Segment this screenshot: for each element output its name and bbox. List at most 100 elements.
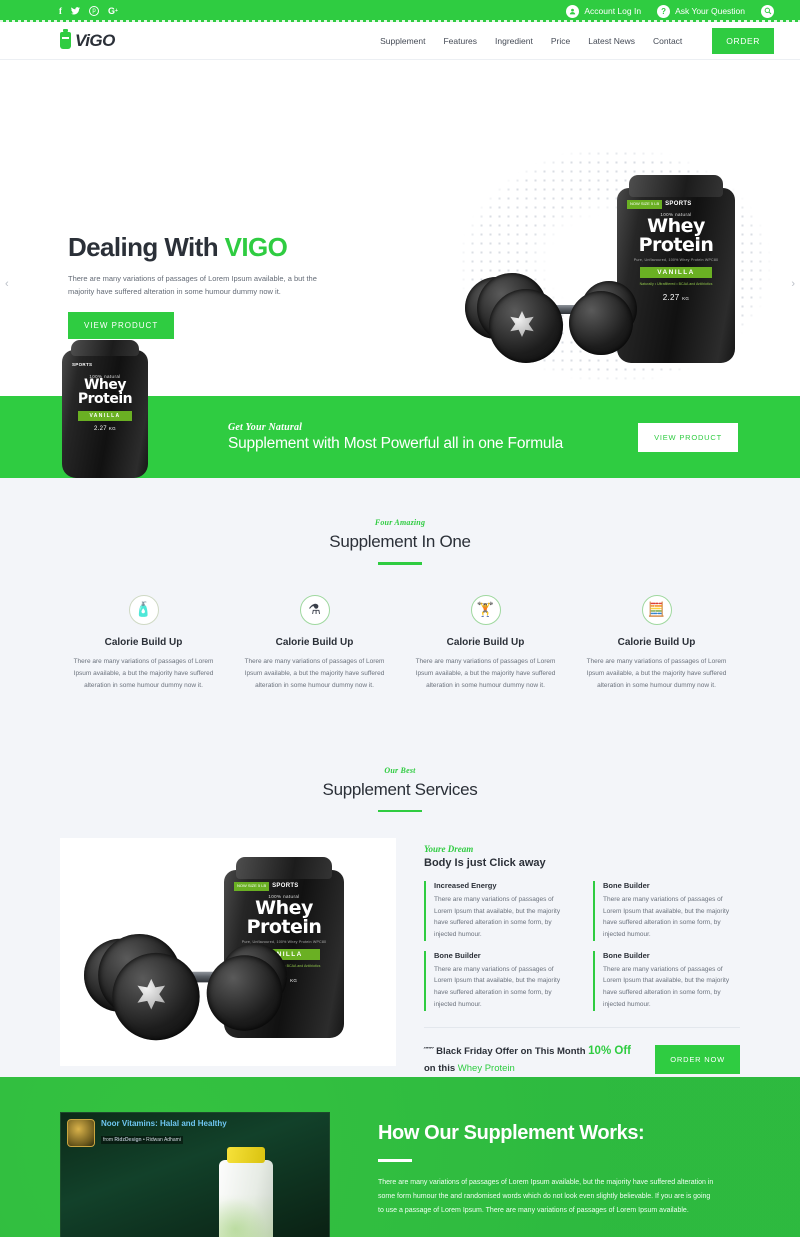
- feature-title: Calorie Build Up: [104, 636, 183, 648]
- video-author: from RidzDesign • Ridwan Adhami: [101, 1136, 183, 1145]
- hero-product-image: NOW SIZE 5 LB SPORTS 100% natural Whey P…: [465, 168, 745, 393]
- product-brand: SPORTS: [272, 883, 299, 890]
- dumbbell-image: [465, 273, 645, 368]
- hero-title-highlight: VIGO: [224, 232, 288, 262]
- product-brand-block: SPORTS: [72, 362, 92, 367]
- product-name-line1: Whey: [255, 897, 313, 920]
- offer-product-link[interactable]: Whey Protein: [458, 1063, 515, 1074]
- product-brand-block: NOW SIZE 5 LB SPORTS: [234, 882, 299, 891]
- service-card-text: There are many variations of passages of…: [603, 965, 730, 1008]
- nav-item-price[interactable]: Price: [551, 36, 570, 46]
- order-button[interactable]: ORDER: [712, 27, 774, 54]
- services-eyebrow: Our Best: [384, 765, 416, 775]
- features-eyebrow: Four Amazing: [374, 518, 426, 527]
- twitter-icon[interactable]: [71, 7, 80, 15]
- feature-text: There are many variations of passages of…: [415, 657, 556, 689]
- promo-banner-text: Get Your Natural Supplement with Most Po…: [228, 422, 563, 453]
- nav-item-features[interactable]: Features: [443, 36, 477, 46]
- main-nav: Supplement Features Ingredient Price Lat…: [380, 27, 774, 54]
- ask-question-label: Ask Your Question: [675, 6, 745, 16]
- search-icon[interactable]: [761, 4, 774, 18]
- how-it-works-content: How Our Supplement Works: There are many…: [330, 1112, 800, 1237]
- nav-item-contact[interactable]: Contact: [653, 36, 682, 46]
- nav-item-supplement[interactable]: Supplement: [380, 36, 425, 46]
- feature-text: There are many variations of passages of…: [73, 657, 214, 689]
- feature-card[interactable]: ⚗ Calorie Build Up There are many variat…: [229, 594, 400, 692]
- product-size-tag: NOW SIZE 5 LB: [627, 200, 663, 209]
- services-cards: Increased Energy There are many variatio…: [424, 881, 740, 1011]
- video-title[interactable]: Noor Vitamins: Halal and Healthy: [101, 1119, 227, 1128]
- product-description: Pure, Unflavoured, 100% Whey Protein WPC…: [633, 258, 719, 263]
- vitamin-bottle-image: [219, 1147, 273, 1237]
- pinterest-icon[interactable]: p: [89, 6, 99, 16]
- product-weight: 2.27 KG: [94, 426, 116, 433]
- services-title: Supplement Services: [322, 779, 478, 799]
- services-product-image: NOW SIZE 5 LB SPORTS 100% natural Whey P…: [60, 838, 396, 1067]
- hero-paragraph: There are many variations of passages of…: [68, 274, 317, 297]
- feature-card[interactable]: 🧴 Calorie Build Up There are many variat…: [58, 594, 229, 692]
- offer-text: ˝˝˝ Black Friday Offer on This Month 10%…: [424, 1042, 631, 1078]
- feature-icon-glyph: 🧴: [134, 601, 153, 617]
- whey-protein-tub-small: SPORTS 100% natural Whey Protein VANILLA…: [62, 340, 148, 478]
- user-icon: [566, 4, 580, 18]
- product-name-line2: Protein: [77, 390, 133, 407]
- feature-card[interactable]: 🧮 Calorie Build Up There are many variat…: [571, 594, 742, 692]
- shaker-bottle-icon: ⚗: [299, 594, 330, 625]
- video-embed[interactable]: Noor Vitamins: Halal and Healthy from Ri…: [60, 1112, 330, 1237]
- offer-mid: on this: [424, 1063, 458, 1075]
- nav-item-latest-news[interactable]: Latest News: [588, 36, 635, 46]
- facebook-icon[interactable]: f: [59, 6, 62, 16]
- how-it-works-section: Noor Vitamins: Halal and Healthy from Ri…: [0, 1077, 800, 1237]
- order-now-button[interactable]: ORDER NOW: [655, 1044, 740, 1074]
- promo-banner-eyebrow: Get Your Natural: [228, 421, 303, 433]
- social-links: f p G +: [59, 6, 118, 16]
- feature-title: Calorie Build Up: [617, 636, 696, 648]
- top-bar: f p G + Account Log In ? Ask Your Questio…: [0, 0, 800, 22]
- logo-text: ViGO: [75, 30, 115, 50]
- account-login-link[interactable]: Account Log In: [566, 4, 642, 18]
- hero-title-prefix: Dealing With: [68, 232, 225, 262]
- features-section-header: Four Amazing Supplement In One: [0, 518, 800, 565]
- promo-banner-title: Supplement with Most Powerful all in one…: [228, 434, 564, 452]
- bottle-logo-icon: [60, 29, 71, 49]
- services-sub-eyebrow: Youre Dream: [424, 844, 474, 855]
- video-channel-avatar: [67, 1119, 95, 1148]
- service-card-title: Bone Builder: [603, 881, 650, 891]
- hero-title: Dealing With VIGO: [68, 232, 368, 263]
- logo[interactable]: ViGO: [60, 29, 115, 51]
- product-flavour: VANILLA: [640, 267, 712, 279]
- nav-item-ingredient[interactable]: Ingredient: [495, 36, 533, 46]
- google-plus-icon[interactable]: G +: [108, 6, 118, 16]
- product-brand-block: NOW SIZE 5 LB SPORTS: [627, 200, 692, 209]
- product-natural-tag: 100% natural: [268, 894, 300, 900]
- ask-question-link[interactable]: ? Ask Your Question: [657, 4, 745, 18]
- weightlifter-icon: 🏋: [470, 594, 501, 625]
- site-header: ViGO Supplement Features Ingredient Pric…: [0, 22, 800, 60]
- hero-content: Dealing With VIGO There are many variati…: [68, 232, 368, 340]
- feature-icon-glyph: 🧮: [647, 601, 666, 617]
- product-brand: SPORTS: [665, 201, 692, 208]
- supplement-bottle-icon: 🧴: [128, 594, 159, 625]
- service-card-text: There are many variations of passages of…: [434, 965, 561, 1008]
- features-list: 🧴 Calorie Build Up There are many variat…: [0, 565, 800, 692]
- black-friday-offer: ˝˝˝ Black Friday Offer on This Month 10%…: [424, 1026, 740, 1078]
- service-card: Bone Builder There are many variations o…: [424, 950, 571, 1011]
- product-label: 100% natural Whey Protein VANILLA 2.27 K…: [62, 374, 148, 432]
- slider-next-arrow[interactable]: ›: [791, 278, 795, 290]
- promo-view-product-button[interactable]: VIEW PRODUCT: [638, 422, 738, 452]
- feature-title: Calorie Build Up: [446, 636, 525, 648]
- slider-prev-arrow[interactable]: ‹: [5, 278, 9, 290]
- features-title: Supplement In One: [329, 532, 471, 551]
- product-natural-tag: 100% natural: [660, 212, 692, 217]
- service-card: Bone Builder There are many variations o…: [593, 881, 740, 941]
- service-card-title: Bone Builder: [434, 950, 481, 960]
- service-card-title: Increased Energy: [434, 881, 497, 891]
- feature-text: There are many variations of passages of…: [586, 657, 727, 689]
- product-natural-tag: 100% natural: [89, 374, 121, 379]
- feature-card[interactable]: 🏋 Calorie Build Up There are many variat…: [400, 594, 571, 692]
- feature-icon-glyph: ⚗: [308, 601, 321, 617]
- service-card-text: There are many variations of passages of…: [434, 896, 561, 939]
- feature-title: Calorie Build Up: [275, 636, 354, 648]
- account-login-label: Account Log In: [584, 6, 642, 16]
- video-header: Noor Vitamins: Halal and Healthy from Ri…: [67, 1119, 227, 1148]
